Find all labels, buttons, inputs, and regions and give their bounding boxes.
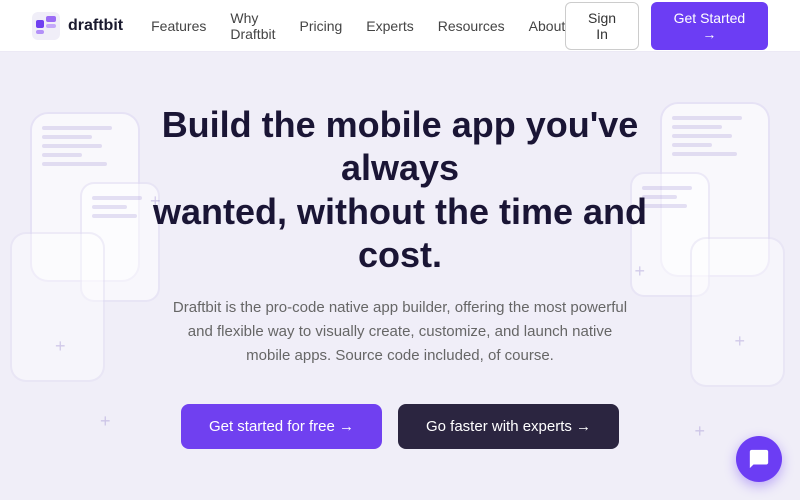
nav-right: Sign In Get Started → xyxy=(565,2,768,50)
nav-experts[interactable]: Experts xyxy=(366,18,413,34)
plus-deco-4: + xyxy=(694,422,705,440)
plus-deco-2: + xyxy=(100,412,111,430)
go-faster-experts-button[interactable]: Go faster with experts → xyxy=(398,404,619,449)
nav-about[interactable]: About xyxy=(529,18,566,34)
signin-button[interactable]: Sign In xyxy=(565,2,639,50)
nav-links: Features Why Draftbit Pricing Experts Re… xyxy=(151,10,565,42)
logo-icon xyxy=(32,12,60,40)
chat-icon xyxy=(748,448,770,470)
phone-left-back xyxy=(10,232,105,382)
get-started-free-button[interactable]: Get started for free → xyxy=(181,404,382,449)
nav-resources[interactable]: Resources xyxy=(438,18,505,34)
chat-support-button[interactable] xyxy=(736,436,782,482)
hero-content: Build the mobile app you've always wante… xyxy=(110,103,690,449)
nav-features[interactable]: Features xyxy=(151,18,206,34)
hero-buttons: Get started for free → Go faster with ex… xyxy=(110,404,690,449)
nav-why-draftbit[interactable]: Why Draftbit xyxy=(230,10,275,42)
hero-subtitle: Draftbit is the pro-code native app buil… xyxy=(170,296,630,368)
nav-left: draftbit Features Why Draftbit Pricing E… xyxy=(32,10,565,42)
navbar: draftbit Features Why Draftbit Pricing E… xyxy=(0,0,800,52)
logo-text: draftbit xyxy=(68,17,123,35)
phone-right-back xyxy=(690,237,785,387)
hero-title: Build the mobile app you've always wante… xyxy=(110,103,690,276)
logo[interactable]: draftbit xyxy=(32,12,123,40)
nav-pricing[interactable]: Pricing xyxy=(299,18,342,34)
plus-deco-5: + xyxy=(55,337,66,355)
getstarted-nav-button[interactable]: Get Started → xyxy=(651,2,768,50)
hero-section: + + + + + + Build the mobile app you've … xyxy=(0,52,800,500)
plus-deco-6: + xyxy=(734,332,745,350)
